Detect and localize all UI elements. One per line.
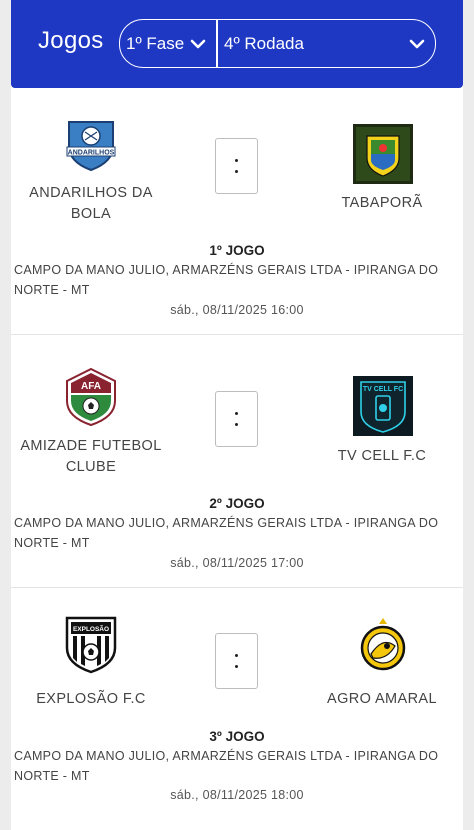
score-separator xyxy=(235,159,239,173)
home-team-name: ANDARILHOS DA BOLA xyxy=(29,185,153,222)
amizade-logo: AFA xyxy=(66,367,116,427)
round-select-value: 4º Rodada xyxy=(224,33,304,53)
score-separator xyxy=(235,412,239,426)
andarilhos-logo-text: ANDARILHOS xyxy=(68,150,115,157)
chevron-down-icon xyxy=(409,39,425,49)
tvcell-logo-text: TV CELL FC xyxy=(363,386,403,393)
page-title: Jogos xyxy=(38,27,104,54)
venue: CAMPO DA MANO JULIO, ARMARZÉNS GERAIS LT… xyxy=(14,516,439,550)
tabapora-logo xyxy=(353,124,413,184)
score-box xyxy=(215,391,258,447)
phase-select-value: 1º Fase xyxy=(126,33,185,53)
chevron-down-icon xyxy=(190,39,206,49)
match-datetime: sáb., 08/11/2025 16:00 xyxy=(170,303,304,317)
game-number: 3º JOGO xyxy=(209,729,265,744)
away-team-name: TV CELL F.C xyxy=(337,448,427,464)
score-box xyxy=(215,633,258,689)
home-team-name: AMIZADE FUTEBOL CLUBE xyxy=(20,438,162,475)
match-card[interactable]: AFA AMIZADE FUTEBOL CLUBE TV CELL FC TV … xyxy=(11,335,463,588)
andarilhos-logo: ANDARILHOS xyxy=(61,112,121,172)
agro-amaral-logo xyxy=(360,618,406,671)
venue: CAMPO DA MANO JULIO, ARMARZÉNS GERAIS LT… xyxy=(14,263,439,297)
away-team-name: TABAPORÃ xyxy=(341,195,423,211)
away-team-name: AGRO AMARAL xyxy=(327,691,437,707)
match-datetime: sáb., 08/11/2025 17:00 xyxy=(170,556,304,570)
app-header: Jogos 1º Fase 4º Rodada xyxy=(11,0,463,88)
game-number: 2º JOGO xyxy=(209,496,265,511)
round-select[interactable]: 4º Rodada xyxy=(217,19,436,68)
match-card[interactable]: EXPLOSÃO EXPLOSÃO F.C AGRO AMARAL 3º JOG… xyxy=(11,588,463,830)
match-datetime: sáb., 08/11/2025 18:00 xyxy=(170,788,304,802)
score-box xyxy=(215,138,258,194)
match-card[interactable]: ANDARILHOS ANDARILHOS DA BOLA TABAPORÃ 1… xyxy=(11,88,463,335)
explosao-logo-text: EXPLOSÃO xyxy=(73,624,109,633)
phase-select[interactable]: 1º Fase xyxy=(119,19,217,68)
tvcell-logo: TV CELL FC xyxy=(353,376,413,436)
venue: CAMPO DA MANO JULIO, ARMARZÉNS GERAIS LT… xyxy=(14,749,439,783)
amizade-logo-text: AFA xyxy=(81,381,101,392)
game-number: 1º JOGO xyxy=(209,243,265,258)
explosao-logo: EXPLOSÃO xyxy=(65,616,117,674)
home-team-name: EXPLOSÃO F.C xyxy=(36,691,146,707)
score-separator xyxy=(235,654,239,668)
